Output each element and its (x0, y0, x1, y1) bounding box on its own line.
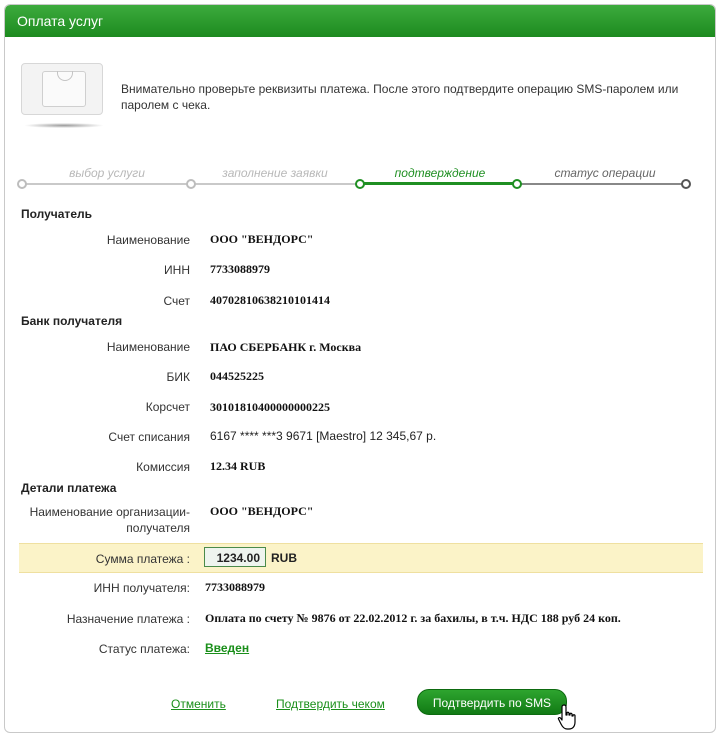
purpose-label: Назначение платежа : (66, 612, 190, 626)
org-value: ООО "ВЕНДОРС" (210, 504, 314, 518)
inn-recipient-value: 7733088979 (205, 580, 265, 594)
bank-corr-value: 30101810400000000225 (210, 400, 330, 414)
shopping-bag-icon (21, 63, 103, 115)
step-label-select-service: выбор услуги (69, 166, 145, 180)
recipient-name-value: ООО "ВЕНДОРС" (210, 232, 314, 246)
step-dot (681, 179, 691, 189)
amount-field[interactable]: 1234.00 (204, 547, 266, 567)
amount-currency: RUB (271, 551, 297, 565)
bank-corr-label: Корсчет (145, 400, 190, 414)
cancel-link[interactable]: Отменить (171, 697, 226, 711)
debit-account-value: 6167 **** ***3 9671 [Maestro] 12 345,67 … (210, 429, 437, 443)
purpose-value: Оплата по счету № 9876 от 22.02.2012 г. … (205, 611, 621, 625)
section-bank: Банк получателя (21, 314, 123, 328)
hand-cursor-icon (557, 704, 576, 730)
status-label: Статус платежа: (98, 642, 190, 656)
recipient-name-label: Наименование (106, 233, 190, 247)
confirm-sms-button[interactable]: Подтвердить по SMS (417, 689, 567, 715)
step-dot-active (512, 179, 522, 189)
progress-steps: выбор услуги заполнение заявки подтвержд… (5, 160, 715, 200)
step-dot (17, 179, 27, 189)
recipient-account-value: 40702810638210101414 (210, 293, 330, 307)
step-label-status: статус операции (554, 166, 656, 180)
step-line-active (362, 182, 517, 185)
step-line (192, 183, 362, 185)
org-label-line2: получателя (126, 521, 190, 535)
icon-shadow (25, 123, 103, 128)
bank-bik-label: БИК (166, 370, 191, 384)
fee-value: 12.34 RUB (210, 459, 266, 473)
window-title: Оплата услуг (5, 5, 715, 37)
recipient-inn-label: ИНН (164, 263, 190, 277)
step-dot (186, 179, 196, 189)
step-line (22, 183, 192, 185)
intro-text: Внимательно проверьте реквизиты платежа.… (121, 82, 679, 112)
bank-name-value: ПАО СБЕРБАНК г. Москва (210, 340, 362, 354)
org-label-line1: Наименование организации- (29, 505, 190, 519)
fee-label: Комиссия (136, 460, 190, 474)
recipient-account-label: Счет (163, 294, 190, 308)
section-details: Детали платежа (21, 481, 117, 495)
recipient-inn-value: 7733088979 (210, 262, 270, 276)
bank-name-label: Наименование (106, 340, 190, 354)
step-label-fill-form: заполнение заявки (222, 166, 328, 180)
step-dot-active (355, 179, 365, 189)
payment-panel: Оплата услуг Внимательно проверьте рекви… (4, 4, 716, 733)
section-recipient: Получатель (21, 207, 92, 221)
amount-label: Сумма платежа : (95, 552, 190, 566)
debit-account-label: Счет списания (108, 430, 190, 444)
step-line (517, 183, 687, 185)
confirm-check-link[interactable]: Подтвердить чеком (276, 697, 385, 711)
status-value[interactable]: Введен (205, 641, 249, 655)
inn-recipient-label: ИНН получателя: (93, 581, 190, 595)
step-label-confirmation: подтверждение (394, 166, 486, 180)
bank-bik-value: 044525225 (210, 369, 264, 383)
